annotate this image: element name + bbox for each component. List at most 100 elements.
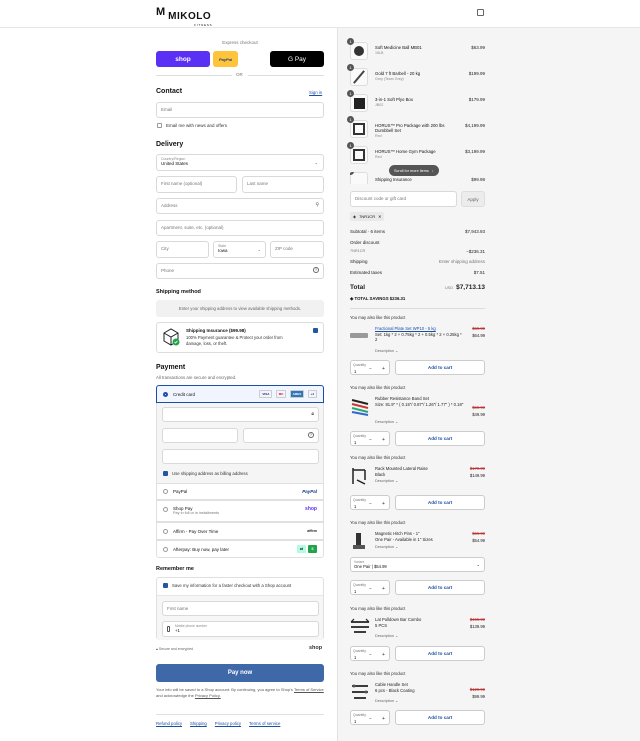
shop-pay-option[interactable]: Shop Pay Pay in full or in installments … — [156, 500, 324, 522]
insurance-checkbox[interactable] — [313, 328, 318, 333]
minus-icon[interactable]: − — [369, 501, 372, 507]
plus-icon[interactable]: + — [382, 437, 385, 443]
billing-checkbox[interactable] — [163, 471, 168, 477]
add-to-cart-button[interactable]: Add to cart — [395, 580, 485, 595]
pay-now-button[interactable]: Pay now — [156, 664, 324, 682]
discount-input[interactable]: Discount code or gift card — [350, 191, 457, 207]
paypal-radio[interactable] — [163, 489, 168, 494]
afterpay-option[interactable]: Afterpay: Buy now, pay later ⇄ $ — [156, 540, 324, 558]
sign-in-link[interactable]: Sign in — [309, 90, 322, 95]
mobile-value: +1 — [175, 628, 180, 633]
refund-policy-link[interactable]: Refund policy — [156, 721, 182, 726]
shipping-insurance-box[interactable]: Shipping Insurance ($99.98) 100% Payment… — [156, 322, 324, 353]
shopping-bag-icon[interactable] — [477, 9, 484, 16]
description-toggle[interactable]: Description ⌄ — [375, 633, 398, 638]
affirm-option[interactable]: Affirm - Pay Over Time affirm — [156, 522, 324, 540]
state-select[interactable]: State Iowa ⌄ — [213, 241, 266, 258]
add-to-cart-button[interactable]: Add to cart — [395, 710, 485, 725]
security-code-field[interactable]: ? — [243, 428, 319, 443]
quantity-stepper[interactable]: Quantity 1 − + — [350, 431, 390, 446]
discount-amount: −$236.31 — [466, 249, 485, 254]
variant-value: One Pair | $54.99 — [354, 564, 387, 569]
save-info-checkbox[interactable] — [163, 583, 168, 589]
paypal-button[interactable]: PayPal — [213, 51, 238, 67]
add-to-cart-button[interactable]: Add to cart — [395, 495, 485, 510]
quantity-stepper[interactable]: Quantity 1 − + — [350, 580, 390, 595]
shop-logo: shop — [309, 645, 323, 651]
description-toggle[interactable]: Description ⌄ — [375, 419, 398, 424]
description-toggle[interactable]: Description ⌄ — [375, 544, 398, 549]
name-on-card-field[interactable] — [162, 449, 319, 464]
plus-icon[interactable]: + — [382, 501, 385, 507]
variant-select[interactable]: Variant One Pair | $54.99 ⌄ — [350, 557, 485, 572]
mobile-phone-field[interactable]: Mobile phone number +1 — [162, 621, 319, 637]
quantity-value: 1 — [354, 655, 357, 660]
description-toggle[interactable]: Description ⌄ — [375, 478, 398, 483]
country-select[interactable]: Country/Region United States ⌄ — [156, 154, 324, 171]
shipping-link[interactable]: Shipping — [190, 721, 207, 726]
google-pay-button[interactable]: G Pay — [270, 51, 324, 67]
remember-first-name-field[interactable]: First name — [162, 601, 319, 616]
credit-card-radio[interactable] — [163, 391, 168, 397]
billing-checkbox-row[interactable]: Use shipping address as billing address — [163, 471, 248, 477]
phone-field[interactable]: Phone ? — [156, 263, 324, 279]
city-field[interactable]: City — [156, 241, 209, 258]
payment-subtitle: All transactions are secure and encrypte… — [156, 375, 237, 380]
email-field[interactable]: Email — [156, 102, 324, 118]
affirm-radio[interactable] — [163, 528, 168, 534]
plus-icon[interactable]: + — [382, 716, 385, 722]
plus-icon[interactable]: + — [382, 652, 385, 658]
terms-of-service-link[interactable]: Terms of service — [249, 721, 280, 726]
old-price: $169.99 — [469, 617, 485, 622]
address-field[interactable]: Address ⚲ — [156, 198, 324, 214]
shop-pay-button[interactable]: shop — [156, 51, 210, 67]
news-checkbox[interactable] — [157, 123, 162, 129]
product-thumbnail — [350, 42, 368, 60]
minus-icon[interactable]: − — [369, 652, 372, 658]
remove-discount-icon[interactable]: ✕ — [378, 214, 381, 219]
privacy-policy-link[interactable]: Privacy policy — [215, 721, 241, 726]
minus-icon[interactable]: − — [369, 586, 372, 592]
plus-icon[interactable]: + — [382, 586, 385, 592]
quantity-stepper[interactable]: Quantity 1 − + — [350, 360, 390, 375]
description-label: Description — [375, 349, 394, 353]
plus-icon[interactable]: + — [382, 366, 385, 372]
quantity-stepper[interactable]: Quantity 1 − + — [350, 495, 390, 510]
minus-icon[interactable]: − — [369, 437, 372, 443]
description-toggle[interactable]: Description ⌄ — [375, 698, 398, 703]
card-number-field[interactable]: 🔒︎ — [162, 407, 319, 422]
minus-icon[interactable]: − — [369, 366, 372, 372]
cart-item-price: $3,199.99 — [464, 149, 485, 154]
description-toggle[interactable]: Description ⌄ — [375, 348, 398, 353]
add-to-cart-button[interactable]: Add to cart — [395, 431, 485, 446]
scroll-hint[interactable]: Scroll for more items ↓ — [389, 165, 439, 176]
paypal-option[interactable]: PayPal PayPal — [156, 483, 324, 500]
first-name-field[interactable]: First name (optional) — [156, 176, 237, 193]
remember-me-title: Remember me — [156, 566, 194, 572]
add-to-cart-button[interactable]: Add to cart — [395, 360, 485, 375]
scroll-hint-label: Scroll for more items — [394, 168, 429, 173]
afterpay-radio[interactable] — [163, 546, 168, 552]
terms-link[interactable]: Terms of Service — [294, 687, 324, 692]
tag-icon: ◈ — [353, 214, 357, 219]
cart-item-name: Shipping Insurance — [375, 177, 412, 182]
save-info-row[interactable]: Save my information for a faster checkou… — [163, 583, 291, 589]
upsell-product-detail: 5 PCS — [375, 622, 388, 628]
quantity-stepper[interactable]: Quantity 1 − + — [350, 646, 390, 661]
expiry-field[interactable] — [162, 428, 238, 443]
news-checkbox-row[interactable]: Email me with news and offers — [157, 123, 227, 129]
cart-item-price: $179.99 — [468, 97, 485, 102]
quantity-stepper[interactable]: Quantity 1 − + — [350, 710, 390, 725]
upsell-product: Magnetic Hitch Pins - 1" One Pair - Avail… — [375, 531, 465, 542]
shop-pay-radio[interactable] — [163, 507, 168, 512]
apartment-field[interactable]: Apartment, suite, etc. (optional) — [156, 220, 324, 236]
apply-button[interactable]: Apply — [461, 191, 485, 207]
zip-field[interactable]: ZIP code — [270, 241, 324, 258]
brand-logo[interactable]: M MIKOLO FITNESS — [156, 6, 212, 27]
minus-icon[interactable]: − — [369, 716, 372, 722]
add-to-cart-button[interactable]: Add to cart — [395, 646, 485, 661]
last-name-field[interactable]: Last name — [242, 176, 324, 193]
privacy-link[interactable]: Privacy Policy. — [195, 693, 221, 698]
credit-card-option[interactable]: Credit card VISA MC AMEX +1 — [156, 385, 324, 403]
upsell-product-name[interactable]: Fractional Plate Set WP10 - 5 kg — [375, 326, 436, 331]
